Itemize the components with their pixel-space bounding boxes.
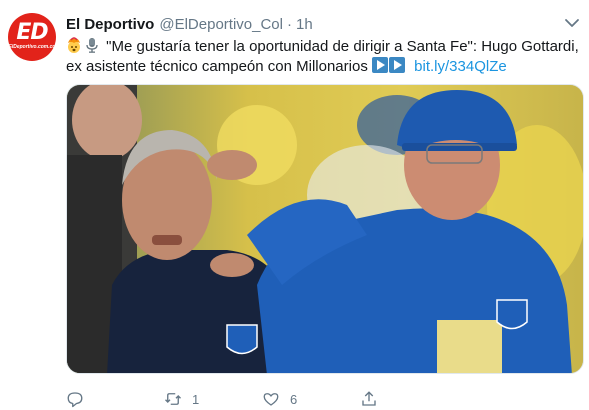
tweet-header: El Deportivo @ElDeportivo_Col · 1h	[66, 14, 313, 34]
avatar[interactable]: ED ElDeportivo.com.co	[8, 13, 56, 61]
retweet-button[interactable]: 1	[164, 389, 199, 409]
reply-icon	[67, 392, 83, 408]
header-separator: ·	[286, 15, 292, 33]
author-handle[interactable]: @ElDeportivo_Col	[159, 16, 283, 33]
tweet-actions: 1 6	[66, 389, 466, 409]
exploding-head-emoji	[68, 37, 80, 53]
share-icon	[362, 391, 376, 406]
play-button-emoji	[389, 57, 405, 73]
retweet-count: 1	[192, 391, 200, 407]
photo-illustration	[67, 85, 583, 373]
tweet-text: "Me gustaría tener la oportunidad de dir…	[66, 37, 581, 77]
author-name[interactable]: El Deportivo	[66, 16, 154, 33]
avatar-logo-text: ED	[16, 20, 48, 45]
heart-icon	[263, 393, 279, 406]
like-button[interactable]: 6	[262, 389, 297, 409]
tweet-timestamp[interactable]: 1h	[296, 16, 313, 33]
microphone-emoji	[86, 38, 98, 53]
tweet-photo[interactable]	[66, 84, 584, 374]
retweet-icon	[165, 393, 181, 405]
tweet[interactable]: ED ElDeportivo.com.co El Deportivo @ElDe…	[0, 0, 589, 410]
avatar-logo-subtext: ElDeportivo.com.co	[8, 44, 56, 50]
chevron-down-icon[interactable]	[563, 16, 581, 30]
like-count: 6	[290, 391, 298, 407]
play-button-emoji	[372, 57, 388, 73]
share-button[interactable]	[360, 389, 388, 409]
reply-button[interactable]	[66, 389, 94, 409]
tweet-link[interactable]: bit.ly/334QlZe	[414, 58, 507, 75]
